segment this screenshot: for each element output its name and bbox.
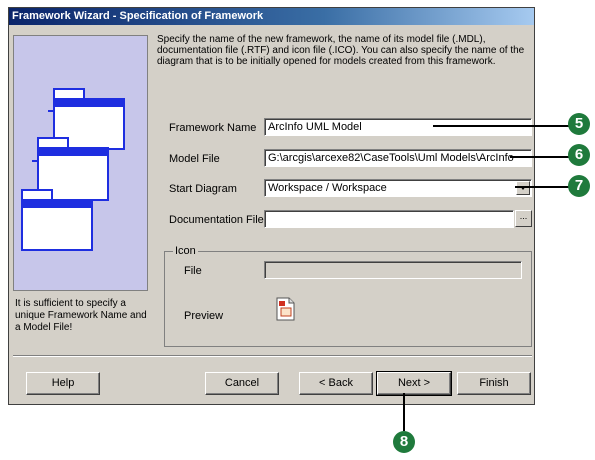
window-title: Framework Wizard - Specification of Fram… [12,10,264,22]
folders-illustration-icon [21,88,125,251]
callout-line-8 [403,393,405,431]
callout-8: 8 [393,431,415,453]
framework-name-value: ArcInfo UML Model [268,121,362,133]
back-button[interactable]: < Back [299,372,373,395]
browse-button[interactable]: ... [515,210,532,227]
model-file-value: G:\arcgis\arcexe82\CaseTools\Uml Models\… [268,152,514,164]
callout-line-5 [433,125,573,127]
illustration-panel [13,35,148,291]
model-file-field[interactable]: G:\arcgis\arcexe82\CaseTools\Uml Models\… [264,149,532,167]
finish-button[interactable]: Finish [457,372,531,395]
document-preview-icon [276,297,295,321]
icon-file-field[interactable] [264,261,522,279]
icon-group-title: Icon [173,245,198,257]
callout-7: 7 [568,175,590,197]
icon-file-label: File [184,265,202,277]
documentation-file-label: Documentation File [169,214,264,226]
next-button[interactable]: Next > [376,371,452,396]
folder-icon [21,189,93,251]
start-diagram-select[interactable]: Workspace / Workspace [264,179,532,197]
chevron-down-icon[interactable] [516,181,530,195]
start-diagram-label: Start Diagram [169,183,237,195]
hint-text: It is sufficient to specify a unique Fra… [15,298,147,333]
wizard-dialog: Framework Wizard - Specification of Fram… [8,7,535,405]
callout-5: 5 [568,113,590,135]
framework-name-field[interactable]: ArcInfo UML Model [264,118,532,136]
cancel-button[interactable]: Cancel [205,372,279,395]
framework-name-label: Framework Name [169,122,257,134]
preview-label: Preview [184,310,224,322]
start-diagram-value: Workspace / Workspace [268,182,387,194]
callout-6: 6 [568,144,590,166]
callout-line-7 [515,186,573,188]
separator [13,355,532,357]
documentation-file-field[interactable] [264,210,514,228]
title-bar[interactable]: Framework Wizard - Specification of Fram… [9,8,534,25]
callout-line-6 [510,156,573,158]
model-file-label: Model File [169,153,220,165]
intro-text: Specify the name of the new framework, t… [157,34,525,67]
help-button[interactable]: Help [26,372,100,395]
